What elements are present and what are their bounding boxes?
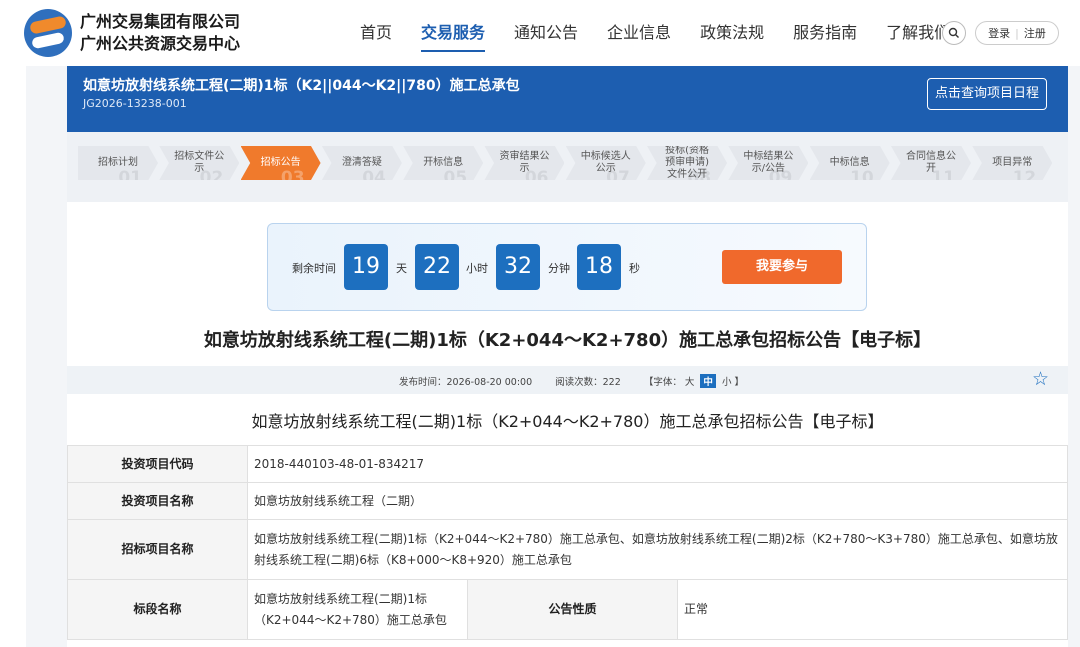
article-subtitle: 如意坊放射线系统工程(二期)1标（K2+044～K2+780）施工总承包招标公告… [251, 412, 884, 431]
nav-policies[interactable]: 政策法规 [700, 22, 764, 44]
step-label: 招标文件公示 [174, 151, 225, 174]
step-label: 招标公告 [260, 157, 301, 168]
project-title: 如意坊放射线系统工程(二期)1标（K2||044～K2||780）施工总承包 [83, 78, 520, 94]
countdown-hours-unit: 小时 [466, 262, 488, 275]
step-bid-doc-disclosure[interactable]: 08 投标(资格预审申请)文件公开 [647, 146, 728, 180]
step-number: 05 [443, 168, 468, 181]
org-name: 广州交易集团有限公司 广州公共资源交易中心 [80, 11, 240, 55]
nav-enterprise-info[interactable]: 企业信息 [607, 22, 671, 44]
table-key: 投资项目名称 [67, 482, 248, 520]
countdown-hours: 22 [415, 244, 459, 290]
step-bid-doc-publicity[interactable]: 02 招标文件公示 [159, 146, 240, 180]
table-value: 2018-440103-48-01-834217 [247, 445, 1068, 483]
table-row: 标段名称 如意坊放射线系统工程(二期)1标（K2+044～K2+780）施工总承… [67, 579, 1068, 640]
font-size-label: 【字体： [643, 377, 682, 388]
read-count: 阅读次数：222 [555, 377, 621, 388]
countdown-seconds-unit: 秒 [629, 262, 640, 275]
org-name-line-1: 广州交易集团有限公司 [80, 12, 241, 31]
step-qualification-result[interactable]: 06 资审结果公示 [484, 146, 565, 180]
table-row: 投资项目名称 如意坊放射线系统工程（二期） [67, 482, 1068, 520]
step-label: 开标信息 [423, 157, 464, 168]
step-bid-opening[interactable]: 05 开标信息 [403, 146, 484, 181]
step-label: 中标结果公示/公告 [743, 151, 794, 174]
favorite-star-icon[interactable]: ☆ [1032, 369, 1049, 389]
nav-about-us[interactable]: 了解我们 [886, 22, 950, 44]
table-value: 如意坊放射线系统工程(二期)1标（K2+044～K2+780）施工总承包 [247, 579, 468, 640]
auth-links: 登录 | 注册 [975, 21, 1059, 45]
step-label: 投标(资格预审申请)文件公开 [665, 146, 710, 180]
nav-service-guide[interactable]: 服务指南 [793, 22, 857, 44]
process-steps: 01 招标计划 02 招标文件公示 03 招标公告 04 澄清答疑 05 开标信息 06 资… [67, 132, 1068, 202]
step-award-result[interactable]: 09 中标结果公示/公告 [728, 146, 809, 180]
step-winning-candidates[interactable]: 07 中标候选人公示 [565, 146, 646, 180]
step-number: 03 [280, 168, 305, 181]
step-number: 10 [850, 168, 874, 181]
auth-divider: | [1015, 26, 1019, 40]
step-label: 澄清答疑 [341, 157, 382, 168]
step-number: 04 [362, 168, 386, 181]
step-label: 资审结果公示 [499, 151, 550, 174]
nav-notices[interactable]: 通知公告 [514, 22, 578, 44]
table-value: 正常 [677, 579, 1068, 640]
join-bid-button[interactable]: 我要参与 [722, 250, 842, 284]
step-bid-announcement[interactable]: 03 招标公告 [240, 146, 321, 181]
countdown-label: 剩余时间 [292, 262, 336, 275]
step-label: 中标候选人公示 [580, 151, 631, 174]
step-bid-plan[interactable]: 01 招标计划 [78, 146, 158, 180]
nav-trading-services[interactable]: 交易服务 [421, 22, 486, 52]
countdown-seconds: 18 [577, 244, 621, 290]
step-number: 12 [1012, 168, 1037, 181]
step-award-info[interactable]: 10 中标信息 [809, 146, 890, 181]
table-key: 公告性质 [467, 579, 678, 640]
step-label: 招标计划 [98, 157, 138, 168]
step-number: 01 [118, 168, 142, 181]
font-size-small[interactable]: 小 】 [722, 377, 744, 388]
project-info-table: 投资项目代码 2018-440103-48-01-834217 投资项目名称 如… [67, 445, 1068, 640]
logo-icon[interactable] [24, 9, 72, 57]
table-key: 招标项目名称 [67, 519, 248, 580]
step-label: 中标信息 [829, 157, 870, 168]
step-label: 项目异常 [992, 157, 1033, 168]
countdown-days-unit: 天 [396, 262, 407, 275]
table-value: 如意坊放射线系统工程（二期） [247, 482, 1068, 520]
project-banner: 如意坊放射线系统工程(二期)1标（K2||044～K2||780）施工总承包 J… [67, 66, 1068, 132]
nav-home[interactable]: 首页 [360, 22, 392, 44]
publish-time: 发布时间：2026-08-20 00:00 [399, 377, 533, 388]
login-link[interactable]: 登录 [988, 25, 1010, 41]
search-icon[interactable] [942, 21, 966, 45]
countdown-minutes-unit: 分钟 [548, 262, 570, 275]
table-key: 标段名称 [67, 579, 248, 640]
project-code: JG2026-13238-001 [83, 97, 187, 110]
countdown-days: 19 [344, 244, 388, 290]
main-nav: 首页 交易服务 通知公告 企业信息 政策法规 服务指南 了解我们 [360, 22, 979, 52]
article-title: 如意坊放射线系统工程(二期)1标（K2+044～K2+780）施工总承包招标公告… [203, 330, 932, 351]
org-name-line-2: 广州公共资源交易中心 [80, 34, 241, 53]
table-key: 投资项目代码 [67, 445, 248, 483]
table-row: 投资项目代码 2018-440103-48-01-834217 [67, 445, 1068, 483]
step-label: 合同信息公开 [905, 151, 956, 174]
left-margin [0, 66, 26, 647]
register-link[interactable]: 注册 [1024, 25, 1046, 41]
step-clarification[interactable]: 04 澄清答疑 [321, 146, 402, 181]
table-value: 如意坊放射线系统工程(二期)1标（K2+044～K2+780）施工总承包、如意坊… [247, 519, 1068, 580]
site-header: 广州交易集团有限公司 广州公共资源交易中心 首页 交易服务 通知公告 企业信息 … [0, 0, 1080, 66]
project-schedule-button[interactable]: 点击查询项目日程 [927, 78, 1047, 110]
step-contract-info[interactable]: 11 合同信息公开 [890, 146, 971, 180]
table-row: 招标项目名称 如意坊放射线系统工程(二期)1标（K2+044～K2+780）施工… [67, 519, 1068, 580]
main-content: 剩余时间 19 天 22 小时 32 分钟 18 秒 我要参与 如意坊放射线系统… [67, 202, 1068, 647]
article-meta-bar: 发布时间：2026-08-20 00:00 阅读次数：222 【字体： 大 中 … [67, 366, 1068, 394]
countdown-panel: 剩余时间 19 天 22 小时 32 分钟 18 秒 我要参与 [267, 223, 867, 311]
step-project-exception[interactable]: 12 项目异常 [972, 146, 1053, 181]
font-size-large[interactable]: 大 [685, 377, 695, 388]
countdown-minutes: 32 [496, 244, 540, 290]
font-size-medium[interactable]: 中 [700, 374, 716, 388]
